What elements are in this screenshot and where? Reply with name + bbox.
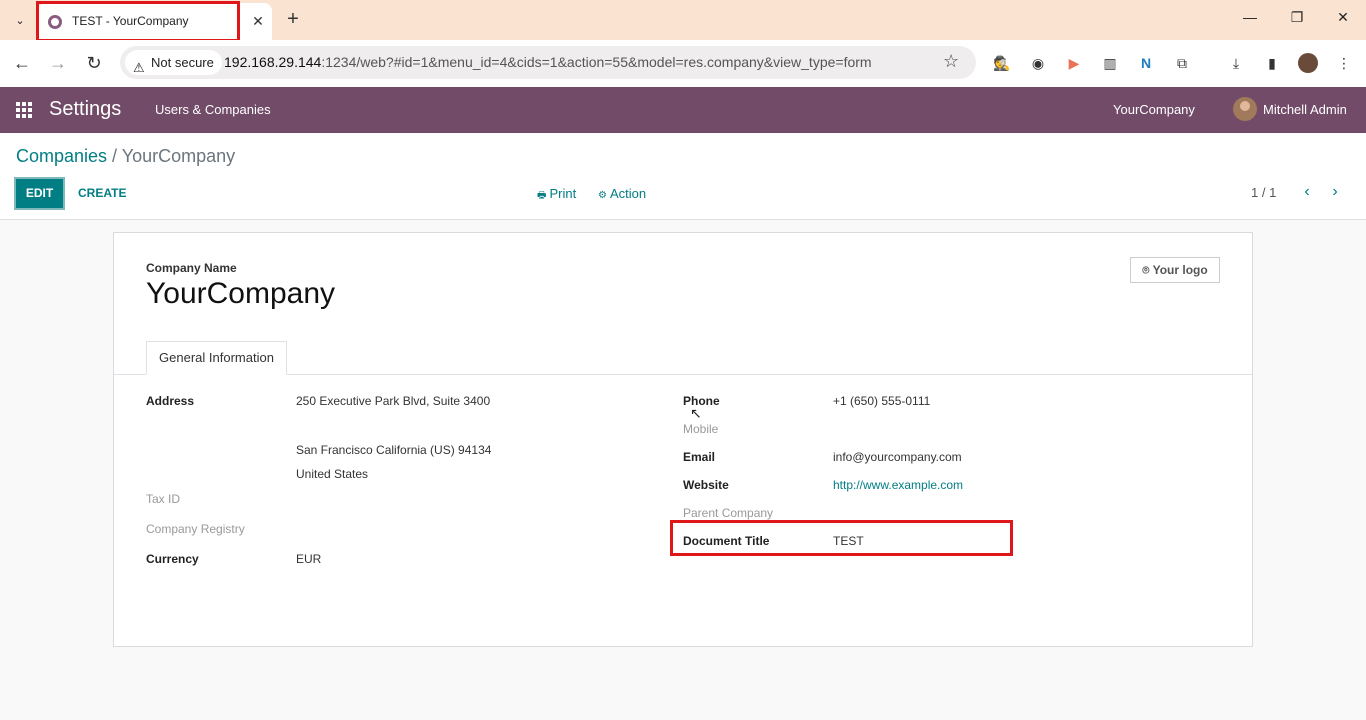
user-avatar[interactable] — [1233, 97, 1257, 121]
breadcrumb-separator: / — [107, 146, 122, 166]
city-state-zip-field[interactable]: San Francisco California (US) 94134 — [296, 443, 491, 457]
address-label: Address — [146, 394, 195, 408]
extension-record-icon[interactable]: ▶ — [1063, 52, 1085, 74]
menu-users-companies[interactable]: Users & Companies — [155, 102, 271, 117]
phone-field[interactable]: +1 (650) 555-0111 — [833, 394, 930, 408]
currency-field[interactable]: EUR — [296, 552, 321, 566]
forward-icon[interactable]: → — [47, 53, 69, 73]
country-field[interactable]: United States — [296, 467, 368, 481]
url-path: :1234/web?#id=1&menu_id=4&cids=1&action=… — [321, 54, 872, 70]
print-label: Print — [549, 186, 577, 201]
restore-icon[interactable]: ❐ — [1287, 9, 1307, 26]
warning-icon: ⚠ — [133, 60, 145, 75]
pager-value[interactable]: 1 / 1 — [1251, 185, 1276, 200]
website-link[interactable]: http://www.example.com — [833, 478, 963, 492]
odoo-navbar: Settings Users & Companies YourCompany M… — [0, 87, 1366, 133]
logo-label: Your logo — [1152, 263, 1208, 277]
app-name[interactable]: Settings — [49, 98, 121, 121]
url-host: 192.168.29.144 — [224, 54, 322, 70]
currency-label: Currency — [146, 552, 199, 566]
pager-next-icon[interactable]: › — [1327, 183, 1343, 201]
browser-toolbar: ← → ↻ ⚠ Not secure 192.168.29.144:1234/w… — [0, 40, 1366, 87]
email-label: Email — [683, 450, 716, 464]
security-label: Not secure — [151, 55, 214, 70]
tab-highlight-box — [36, 1, 240, 42]
browser-tabstrip: ⌄ TEST - YourCompany ✕ + — ❐ ✕ — [0, 0, 1366, 42]
gear-icon: ⚙ — [598, 190, 607, 201]
download-icon[interactable]: ⤓ — [1225, 52, 1247, 74]
breadcrumb: Companies / YourCompany — [16, 146, 235, 167]
create-button[interactable]: CREATE — [78, 186, 126, 200]
document-title-highlight-box — [670, 520, 1013, 556]
tab-close-icon[interactable]: ✕ — [248, 11, 268, 31]
parent-company-label: Parent Company — [683, 506, 774, 520]
company-name-label: Company Name — [146, 261, 237, 275]
apps-menu-icon[interactable] — [16, 102, 32, 118]
website-label: Website — [683, 478, 729, 492]
extensions-puzzle-icon[interactable]: ⧉ — [1171, 52, 1193, 74]
url-text: 192.168.29.144:1234/web?#id=1&menu_id=4&… — [224, 54, 872, 70]
extension-n-icon[interactable]: N — [1135, 52, 1157, 74]
edit-button[interactable]: EDIT — [14, 177, 65, 210]
tax-id-label: Tax ID — [146, 492, 181, 506]
user-menu[interactable]: Mitchell Admin — [1263, 102, 1347, 117]
browser-menu-icon[interactable]: ⋮ — [1333, 52, 1355, 74]
reload-icon[interactable]: ↻ — [83, 53, 105, 73]
new-tab-button[interactable]: + — [282, 8, 304, 30]
pager-previous-icon[interactable]: ‹ — [1299, 183, 1315, 201]
extension-chrome-icon[interactable]: ◉ — [1027, 52, 1049, 74]
extension-spy-icon[interactable]: 🕵 — [991, 52, 1013, 74]
close-window-icon[interactable]: ✕ — [1333, 9, 1353, 26]
site-security-chip[interactable]: ⚠ Not secure — [125, 50, 222, 75]
action-button[interactable]: ⚙ Action — [598, 186, 646, 201]
back-icon[interactable]: ← — [11, 53, 33, 73]
company-registry-label: Company Registry — [146, 522, 245, 536]
street-field[interactable]: 250 Executive Park Blvd, Suite 3400 — [296, 394, 490, 408]
tab-general-information[interactable]: General Information — [146, 341, 287, 375]
profile-avatar-icon[interactable] — [1297, 52, 1319, 74]
company-name-field[interactable]: YourCompany — [146, 277, 335, 311]
control-panel: Companies / YourCompany EDIT CREATE 🖶 Pri… — [0, 133, 1366, 220]
side-panel-icon[interactable]: ▮ — [1261, 52, 1283, 74]
logo-upload-button[interactable]: ⌾ Your logo — [1130, 257, 1220, 283]
camera-icon: ⌾ — [1142, 263, 1150, 277]
print-button[interactable]: 🖶 Print — [537, 186, 576, 205]
action-label: Action — [609, 186, 647, 201]
extension-barcode-icon[interactable]: ▥ — [1099, 52, 1121, 74]
mobile-label: Mobile — [683, 422, 719, 436]
company-switcher[interactable]: YourCompany — [1113, 102, 1195, 117]
form-sheet: Company Name YourCompany ⌾ Your logo Gen… — [113, 232, 1253, 647]
minimize-icon[interactable]: — — [1240, 9, 1260, 25]
tab-search-chevron-icon[interactable]: ⌄ — [7, 7, 33, 33]
mouse-cursor-icon: ↖ — [690, 405, 702, 421]
address-bar[interactable]: ⚠ Not secure 192.168.29.144:1234/web?#id… — [120, 46, 976, 79]
print-icon: 🖶 — [537, 190, 547, 201]
breadcrumb-companies-link[interactable]: Companies — [16, 146, 107, 166]
breadcrumb-current: YourCompany — [121, 146, 236, 166]
bookmark-star-icon[interactable]: ☆ — [943, 51, 959, 72]
email-field[interactable]: info@yourcompany.com — [833, 450, 962, 464]
